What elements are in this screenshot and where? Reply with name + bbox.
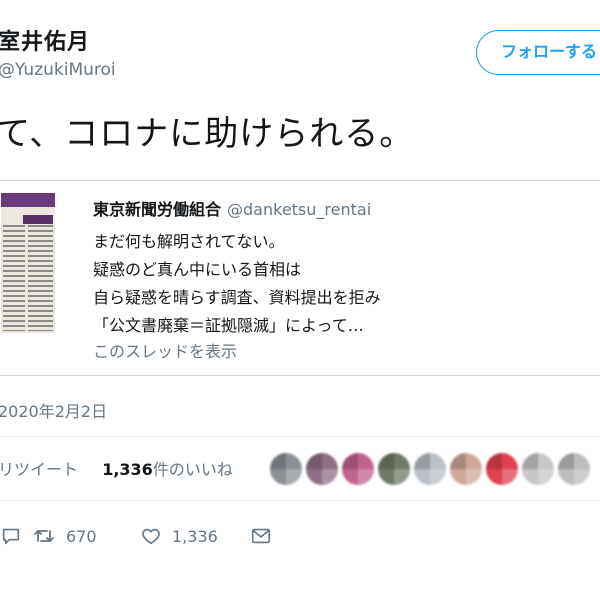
quote-thumbnail[interactable]: [1, 193, 55, 333]
like-count: 1,336: [172, 526, 218, 546]
thumbnail-header-band: [1, 193, 55, 207]
liker-avatar[interactable]: [522, 453, 554, 485]
reply-button[interactable]: [0, 518, 22, 554]
quote-text-line: まだ何も解明されてない。: [93, 232, 285, 251]
author-name[interactable]: 室井佑月: [0, 24, 90, 56]
heart-icon: [140, 525, 162, 547]
tweet-actions: 670 1,336: [0, 518, 600, 554]
thumbnail-column-gap: [25, 225, 28, 331]
liker-avatar[interactable]: [270, 453, 302, 485]
quote-author-handle[interactable]: @danketsu_rentai: [227, 200, 371, 219]
likes-label[interactable]: 件のいいね: [153, 460, 233, 479]
tweet-text: て、コロナに助けられる。: [0, 114, 415, 154]
quote-card[interactable]: 東京新聞労働組合 @danketsu_rentai まだ何も解明されてない。 疑惑…: [0, 180, 600, 376]
liker-avatar[interactable]: [414, 453, 446, 485]
quote-text-line: 疑惑のど真ん中にいる首相は: [93, 260, 302, 279]
liker-avatars: [270, 448, 600, 488]
divider: [0, 500, 600, 501]
thumbnail-text-lines: [3, 225, 53, 331]
envelope-icon: [250, 525, 272, 547]
direct-message-button[interactable]: [250, 518, 272, 554]
retweet-button[interactable]: 670: [32, 518, 97, 554]
liker-avatar[interactable]: [486, 453, 518, 485]
liker-avatar[interactable]: [306, 453, 338, 485]
retweet-count: 670: [66, 526, 97, 546]
reply-icon: [0, 525, 22, 547]
show-thread-link[interactable]: このスレッドを表示: [93, 338, 237, 362]
follow-button[interactable]: フォローする: [476, 30, 600, 75]
quote-text-line: 自ら疑惑を晴らす調査、資料提出を拒み: [93, 288, 381, 307]
retweet-icon: [32, 524, 56, 548]
author-handle[interactable]: @YuzukiMuroi: [0, 60, 116, 80]
engagement-stats: リツイート 1,336件のいいね: [0, 456, 233, 480]
liker-avatar[interactable]: [342, 453, 374, 485]
retweets-label[interactable]: リツイート: [0, 460, 78, 479]
divider: [0, 436, 600, 437]
likes-count[interactable]: 1,336: [102, 460, 153, 479]
quote-author: 東京新聞労働組合 @danketsu_rentai: [93, 196, 371, 220]
quote-author-name[interactable]: 東京新聞労働組合: [93, 200, 221, 219]
quote-text-line: 「公文書廃棄＝証拠隠滅」によって…: [93, 316, 364, 335]
liker-avatar[interactable]: [378, 453, 410, 485]
thumbnail-subheader-band: [23, 215, 53, 224]
liker-avatar[interactable]: [558, 453, 590, 485]
liker-avatar[interactable]: [450, 453, 482, 485]
tweet-date[interactable]: 2020年2月2日: [0, 398, 107, 422]
like-button[interactable]: 1,336: [140, 518, 218, 554]
